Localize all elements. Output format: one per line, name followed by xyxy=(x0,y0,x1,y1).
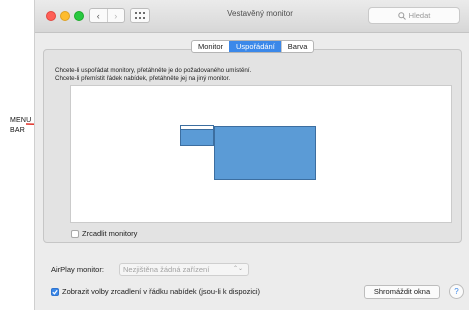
zoom-window-button[interactable] xyxy=(74,11,84,21)
checkmark-icon xyxy=(52,289,58,295)
tab-monitor[interactable]: Monitor xyxy=(192,41,229,52)
display-arrangement-area xyxy=(70,85,452,223)
search-field[interactable]: Hledat xyxy=(368,7,460,24)
minimize-window-button[interactable] xyxy=(60,11,70,21)
airplay-select[interactable]: Nezjištěna žádná zařízení ⌃⌄ xyxy=(119,263,249,276)
show-mirroring-option[interactable]: Zobrazit volby zrcadlení v řádku nabídek… xyxy=(51,287,260,296)
tab-bar: Monitor Uspořádání Barva xyxy=(191,40,315,53)
grid-icon xyxy=(135,12,145,19)
search-icon xyxy=(397,11,406,20)
navigation-buttons: ‹ › xyxy=(89,8,125,23)
show-all-button[interactable] xyxy=(130,8,150,23)
show-mirroring-label: Zobrazit volby zrcadlení v řádku nabídek… xyxy=(62,287,260,296)
tab-arrangement[interactable]: Uspořádání xyxy=(229,41,281,52)
search-placeholder: Hledat xyxy=(408,11,431,20)
instruction-line-2: Chcete-li přemístit řádek nabídek, přetá… xyxy=(55,75,231,82)
back-button[interactable]: ‹ xyxy=(90,9,107,22)
tab-color[interactable]: Barva xyxy=(280,41,314,52)
mirror-displays-option[interactable]: Zrcadlit monitory xyxy=(71,229,137,238)
mirror-displays-label: Zrcadlit monitory xyxy=(82,229,138,238)
main-display[interactable] xyxy=(214,126,316,180)
mirror-displays-checkbox[interactable] xyxy=(71,229,79,238)
airplay-label: AirPlay monitor: xyxy=(51,265,104,274)
window-title: Vestavěný monitor xyxy=(227,9,293,18)
display-preferences-window: ‹ › Vestavěný monitor Hledat Monitor Usp… xyxy=(34,0,469,310)
close-window-button[interactable] xyxy=(46,11,56,21)
arrangement-instructions: Chcete-li uspořádat monitory, přetáhněte… xyxy=(55,67,251,83)
secondary-display[interactable] xyxy=(180,125,214,146)
airplay-value: Nezjištěna žádná zařízení xyxy=(123,265,210,274)
title-bar: ‹ › Vestavěný monitor Hledat xyxy=(35,0,469,33)
show-mirroring-checkbox[interactable] xyxy=(51,287,59,296)
updown-chevron-icon: ⌃⌄ xyxy=(232,266,243,272)
instruction-line-1: Chcete-li uspořádat monitory, přetáhněte… xyxy=(55,67,252,74)
menu-bar-indicator[interactable] xyxy=(181,126,213,130)
gather-windows-button[interactable]: Shromáždit okna xyxy=(364,285,440,299)
forward-button[interactable]: › xyxy=(106,9,125,22)
help-button[interactable]: ? xyxy=(449,284,464,299)
